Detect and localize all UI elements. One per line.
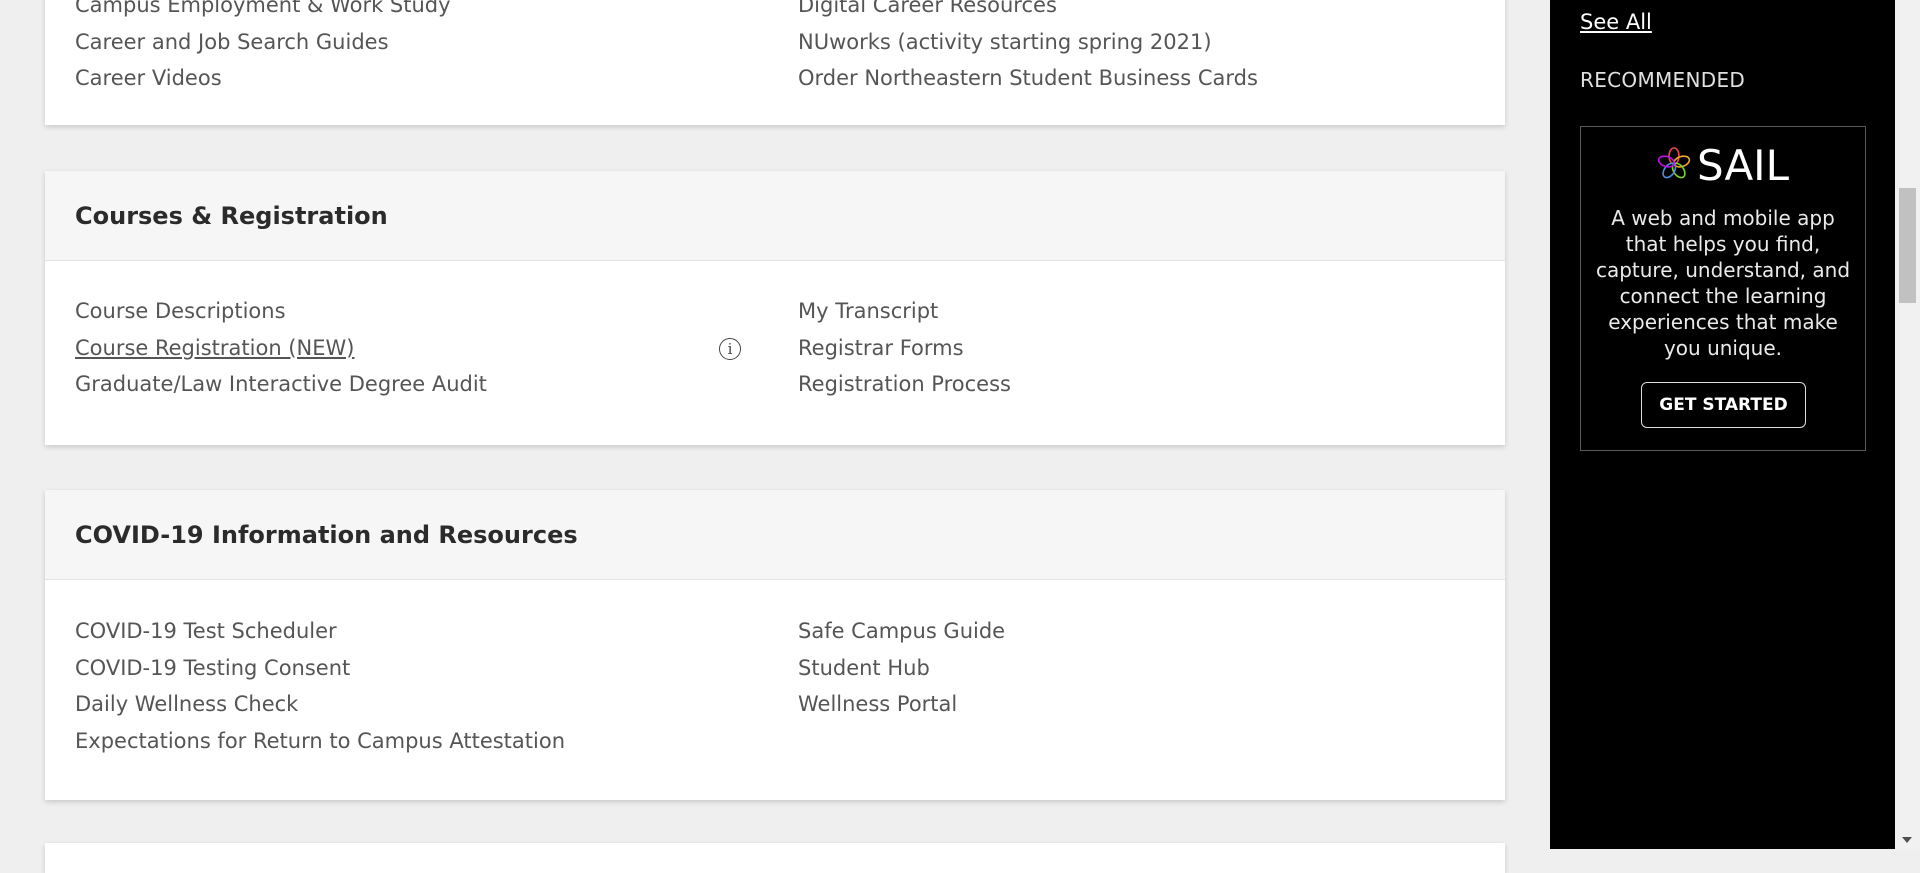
link-my-transcript[interactable]: My Transcript — [798, 293, 1011, 330]
link-covid-test-scheduler[interactable]: COVID-19 Test Scheduler — [75, 613, 565, 650]
link-student-hub[interactable]: Student Hub — [798, 650, 1005, 687]
link-return-to-campus-attestation[interactable]: Expectations for Return to Campus Attest… — [75, 723, 565, 760]
scrollbar-thumb[interactable] — [1899, 188, 1916, 303]
info-icon[interactable]: i — [719, 338, 741, 360]
scroll-down-arrow-icon[interactable] — [1902, 837, 1912, 843]
link-digital-career-resources[interactable]: Digital Career Resources — [798, 0, 1258, 24]
link-career-videos[interactable]: Career Videos — [75, 60, 451, 97]
careers-left-column: Campus Employment & Work Study Career an… — [75, 0, 451, 97]
sail-description: A web and mobile app that helps you find… — [1595, 206, 1851, 360]
sail-logo-text: SAIL — [1697, 141, 1789, 190]
recommended-heading: RECOMMENDED — [1580, 68, 1746, 92]
right-sidebar: See All RECOMMENDED SAIL A web and mobil… — [1550, 0, 1895, 849]
link-registration-process[interactable]: Registration Process — [798, 366, 1011, 403]
sail-promo-card: SAIL A web and mobile app that helps you… — [1580, 126, 1866, 451]
link-safe-campus-guide[interactable]: Safe Campus Guide — [798, 613, 1005, 650]
sail-logo: SAIL — [1581, 145, 1865, 187]
next-card — [45, 843, 1505, 873]
link-wellness-portal[interactable]: Wellness Portal — [798, 686, 1005, 723]
link-nuworks[interactable]: NUworks (activity starting spring 2021) — [798, 24, 1258, 61]
covid-card: COVID-19 Information and Resources COVID… — [45, 490, 1505, 800]
careers-card: Campus Employment & Work Study Career an… — [45, 0, 1505, 125]
link-covid-testing-consent[interactable]: COVID-19 Testing Consent — [75, 650, 565, 687]
link-course-registration-new[interactable]: Course Registration (NEW) — [75, 330, 487, 367]
link-career-job-search-guides[interactable]: Career and Job Search Guides — [75, 24, 451, 61]
link-registrar-forms[interactable]: Registrar Forms — [798, 330, 1011, 367]
get-started-button[interactable]: GET STARTED — [1641, 382, 1806, 428]
link-order-business-cards[interactable]: Order Northeastern Student Business Card… — [798, 60, 1258, 97]
link-course-descriptions[interactable]: Course Descriptions — [75, 293, 487, 330]
see-all-link[interactable]: See All — [1580, 10, 1652, 34]
link-campus-employment[interactable]: Campus Employment & Work Study — [75, 0, 451, 24]
covid-left-column: COVID-19 Test Scheduler COVID-19 Testing… — [75, 613, 565, 759]
covid-card-header: COVID-19 Information and Resources — [45, 490, 1505, 580]
covid-card-title: COVID-19 Information and Resources — [75, 520, 578, 549]
courses-card-header: Courses & Registration — [45, 171, 1505, 261]
careers-right-column: Digital Career Resources NUworks (activi… — [798, 0, 1258, 97]
courses-left-column: Course Descriptions Course Registration … — [75, 293, 487, 403]
link-degree-audit[interactable]: Graduate/Law Interactive Degree Audit — [75, 366, 487, 403]
courses-card-title: Courses & Registration — [75, 201, 388, 230]
sail-flower-icon — [1657, 147, 1691, 185]
courses-registration-card: Courses & Registration Course Descriptio… — [45, 171, 1505, 445]
covid-right-column: Safe Campus Guide Student Hub Wellness P… — [798, 613, 1005, 723]
link-daily-wellness-check[interactable]: Daily Wellness Check — [75, 686, 565, 723]
courses-right-column: My Transcript Registrar Forms Registrati… — [798, 293, 1011, 403]
page-scrollbar[interactable] — [1895, 0, 1920, 849]
